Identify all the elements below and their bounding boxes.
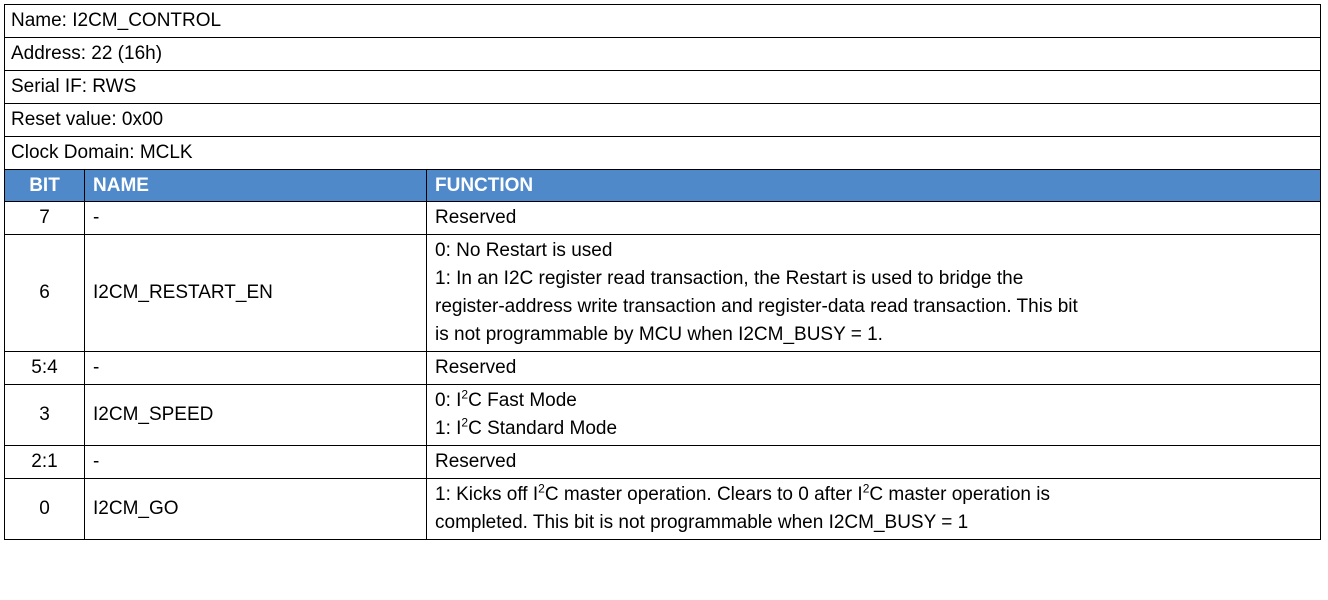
table-row: 6 I2CM_RESTART_EN 0: No Restart is used 1: …	[4, 234, 1322, 352]
function-line: Reserved	[435, 451, 517, 472]
function-cell: Reserved	[425, 351, 1322, 385]
function-line: Reserved	[435, 357, 517, 378]
header-bit: BIT	[4, 169, 85, 202]
name-cell: -	[84, 445, 427, 479]
register-serial-if: Serial IF: RWS	[3, 70, 1322, 104]
function-line: 1: In an I2C register read transaction, …	[435, 268, 1024, 289]
table-row: 0 I2CM_GO 1: Kicks off I2C master operatio…	[4, 478, 1322, 540]
bit-cell: 5:4	[4, 351, 85, 385]
register-clock-domain: Clock Domain: MCLK	[3, 136, 1322, 170]
function-cell: 0: I2C Fast Mode 1: I2C Standard Mode	[425, 384, 1322, 446]
function-cell: Reserved	[425, 201, 1322, 235]
table-row: 5:4- Reserved	[4, 351, 1322, 385]
function-line: 0: No Restart is used	[435, 240, 613, 261]
register-reset-value: Reset value: 0x00	[3, 103, 1322, 137]
function-cell: Reserved	[425, 445, 1322, 479]
function-cell: 0: No Restart is used 1: In an I2C regist…	[425, 234, 1322, 352]
bit-cell: 2:1	[4, 445, 85, 479]
function-line: 1: Kicks off I2C master operation. Clear…	[435, 481, 1050, 505]
register-bits: 7- Reserved 6 I2CM_RESTART_EN 0: No Restart …	[4, 201, 1322, 540]
header-function: FUNCTION	[425, 169, 1322, 202]
name-cell: I2CM_GO	[84, 478, 427, 540]
function-line: is not programmable by MCU when I2CM_BUS…	[435, 324, 883, 345]
register-address: Address: 22 (16h)	[3, 37, 1322, 71]
header-name: NAME	[84, 169, 427, 202]
bit-cell: 0	[4, 478, 85, 540]
name-cell: -	[84, 351, 427, 385]
name-cell: I2CM_SPEED	[84, 384, 427, 446]
function-line: 1: I2C Standard Mode	[435, 415, 618, 439]
table-row: 2:1- Reserved	[4, 445, 1322, 479]
register-name: Name: I2CM_CONTROL	[3, 4, 1322, 38]
function-line: register-address write transaction and r…	[435, 296, 1078, 317]
bit-cell: 6	[4, 234, 85, 352]
name-cell: I2CM_RESTART_EN	[84, 234, 427, 352]
bit-cell: 3	[4, 384, 85, 446]
register-table: Name: I2CM_CONTROL Address: 22 (16h) Ser…	[3, 4, 1322, 540]
function-cell: 1: Kicks off I2C master operation. Clear…	[425, 478, 1322, 540]
function-line: 0: I2C Fast Mode	[435, 387, 577, 411]
function-line: completed. This bit is not programmable …	[435, 512, 969, 533]
function-line: Reserved	[435, 207, 517, 228]
table-row: 3 I2CM_SPEED 0: I2C Fast Mode 1: I2C Standa…	[4, 384, 1322, 446]
table-row: 7- Reserved	[4, 201, 1322, 235]
table-header-row: BIT NAME FUNCTION	[4, 169, 1322, 202]
bit-cell: 7	[4, 201, 85, 235]
name-cell: -	[84, 201, 427, 235]
